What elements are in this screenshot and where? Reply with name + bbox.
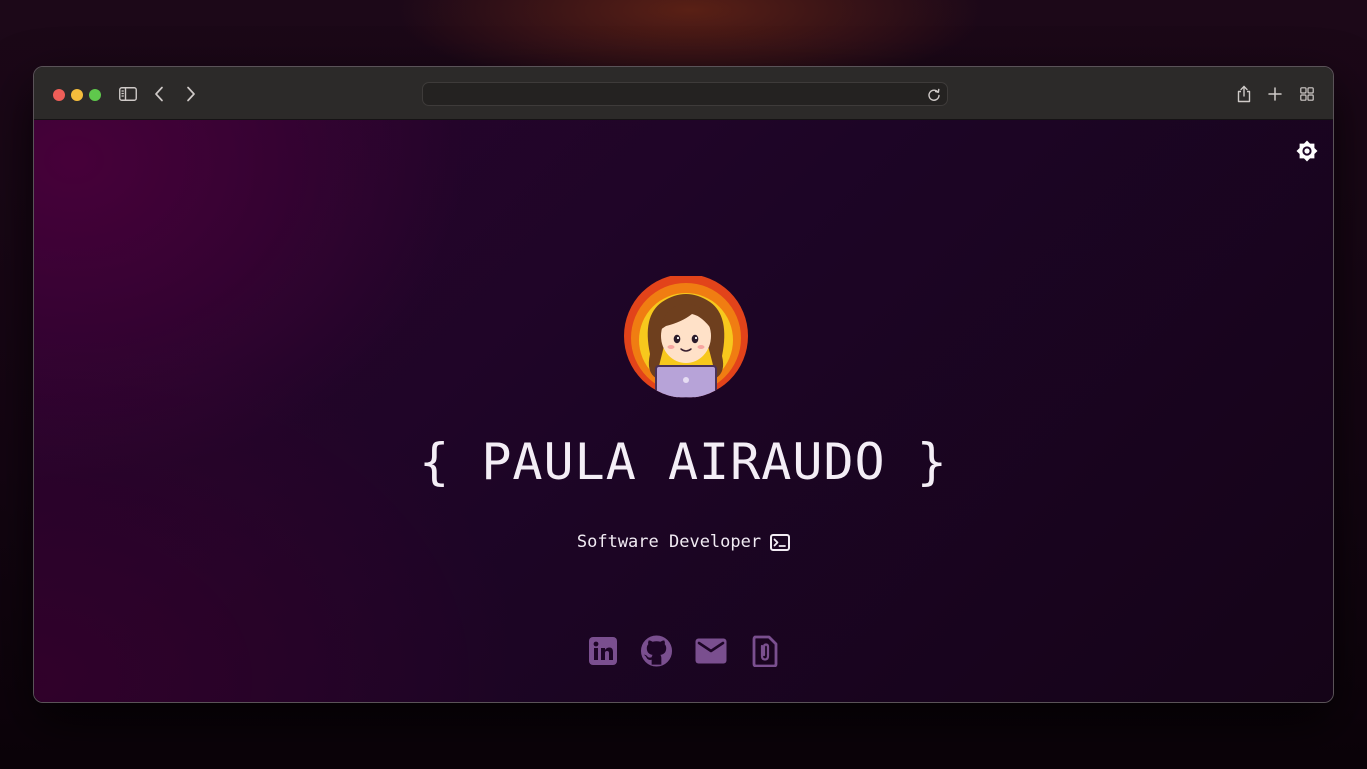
brightness-icon[interactable] (1295, 139, 1319, 163)
browser-window: { PAULA AIRAUDO } Software Developer (33, 66, 1334, 703)
email-icon[interactable] (694, 634, 727, 667)
terminal-icon (770, 533, 791, 551)
github-icon[interactable] (640, 634, 673, 667)
avatar (622, 274, 750, 398)
new-tab-icon[interactable] (1264, 83, 1286, 105)
back-icon[interactable] (148, 83, 170, 105)
linkedin-icon[interactable] (586, 634, 619, 667)
tab-overview-icon[interactable] (1296, 83, 1318, 105)
zoom-window-button[interactable] (89, 89, 101, 101)
minimize-window-button[interactable] (71, 89, 83, 101)
social-links (34, 634, 1333, 667)
subtitle-text: Software Developer (576, 532, 762, 552)
browser-toolbar (34, 67, 1333, 120)
forward-icon[interactable] (180, 83, 202, 105)
resume-attachment-icon[interactable] (748, 634, 781, 667)
reload-icon[interactable] (927, 87, 941, 106)
portfolio-page: { PAULA AIRAUDO } Software Developer (34, 120, 1333, 702)
close-window-button[interactable] (53, 89, 65, 101)
sidebar-icon[interactable] (117, 83, 139, 105)
share-icon[interactable] (1233, 83, 1255, 105)
page-title: { PAULA AIRAUDO } (419, 433, 948, 491)
address-bar[interactable] (422, 82, 948, 106)
subtitle: Software Developer (34, 532, 1333, 552)
